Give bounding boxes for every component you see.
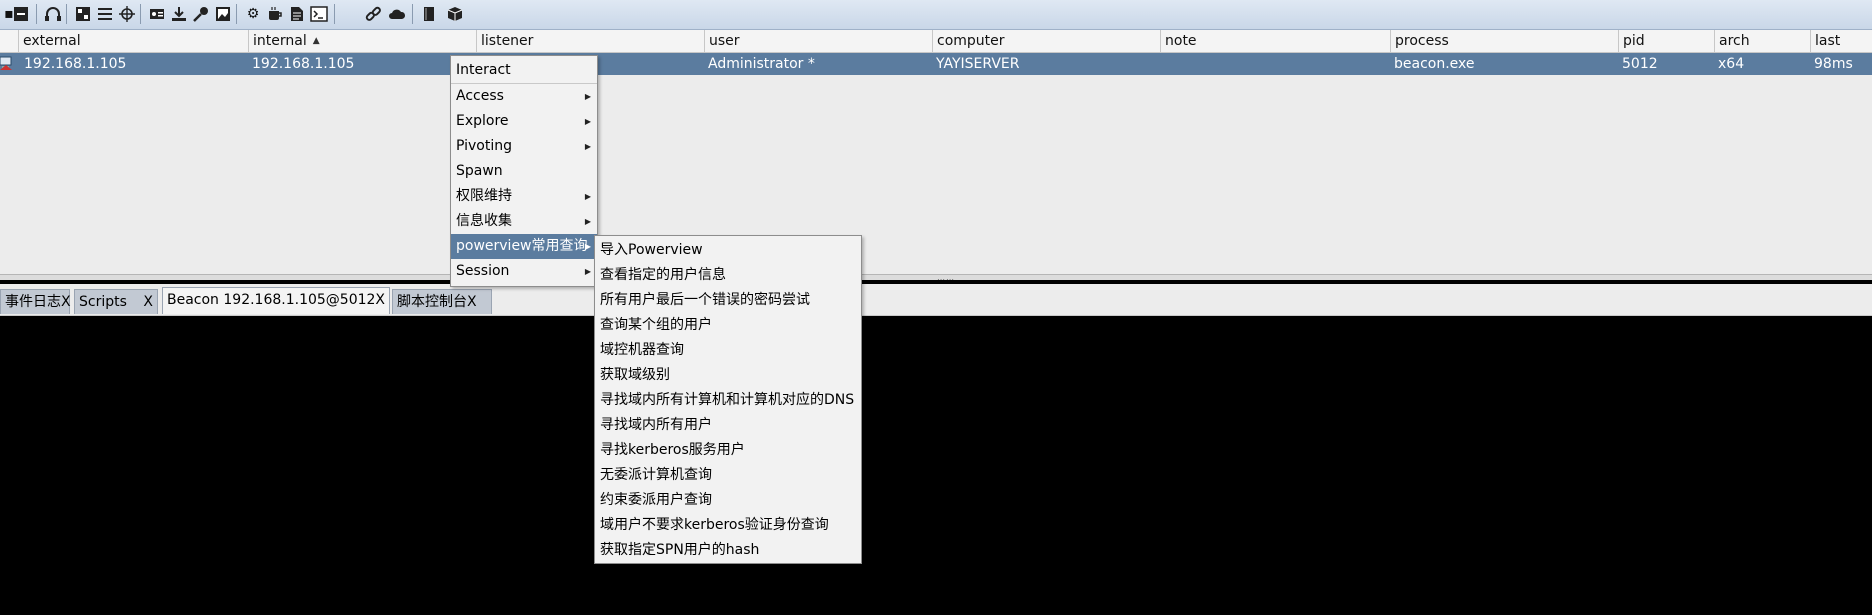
target-icon[interactable] bbox=[118, 5, 136, 23]
tab-label: Scripts bbox=[79, 294, 127, 310]
column-header-arch[interactable]: arch bbox=[1714, 30, 1811, 52]
cell-note bbox=[1160, 53, 1164, 75]
submenu-arrow-icon: ▶ bbox=[584, 242, 591, 251]
column-header-computer[interactable]: computer bbox=[932, 30, 1161, 52]
column-header-last[interactable]: last bbox=[1810, 30, 1872, 52]
submenu-item-spn-hash[interactable]: 获取指定SPN用户的hash bbox=[595, 538, 861, 563]
cell-process: beacon.exe bbox=[1394, 56, 1475, 72]
column-header-user[interactable]: user bbox=[704, 30, 933, 52]
minus-box-icon[interactable] bbox=[12, 5, 30, 23]
submenu-item-computers-dns[interactable]: 寻找域内所有计算机和计算机对应的DNS bbox=[595, 388, 861, 413]
tab-label: 脚本控制台 bbox=[397, 294, 467, 310]
tab-script-console[interactable]: 脚本控制台X bbox=[392, 289, 492, 314]
image-icon[interactable] bbox=[214, 5, 232, 23]
menu-item-explore[interactable]: Explore ▶ bbox=[451, 109, 597, 134]
submenu-arrow-icon: ▶ bbox=[584, 117, 591, 126]
tab-label: 事件日志 bbox=[5, 294, 61, 310]
key-icon[interactable] bbox=[192, 5, 210, 23]
terminal-icon[interactable] bbox=[310, 5, 328, 23]
context-menu: Interact Access ▶ Explore ▶ Pivoting ▶ Spaw… bbox=[450, 55, 598, 287]
tab-event-log[interactable]: 事件日志X bbox=[0, 289, 71, 314]
download-icon[interactable] bbox=[170, 5, 188, 23]
menu-item-interact[interactable]: Interact bbox=[451, 58, 597, 83]
column-header-process[interactable]: process bbox=[1390, 30, 1619, 52]
tab-scripts[interactable]: Scripts X bbox=[74, 289, 158, 314]
cell-computer: YAYISERVER bbox=[936, 56, 1020, 72]
menu-item-spawn[interactable]: Spawn bbox=[451, 159, 597, 184]
submenu-item-no-preauth[interactable]: 域用户不要求kerberos验证身份查询 bbox=[595, 513, 861, 538]
submenu-arrow-icon: ▶ bbox=[584, 217, 591, 226]
menu-item-pivoting[interactable]: Pivoting ▶ bbox=[451, 134, 597, 159]
menu-item-session[interactable]: Session ▶ bbox=[451, 259, 597, 284]
table-header: external internal ▲ listener user compute… bbox=[0, 30, 1872, 53]
column-header-internal[interactable]: internal ▲ bbox=[248, 30, 477, 52]
gear-icon[interactable]: ⚙ bbox=[244, 5, 262, 23]
tab-close-button[interactable]: X bbox=[375, 288, 385, 312]
submenu-arrow-icon: ▶ bbox=[584, 92, 591, 101]
list-icon[interactable] bbox=[96, 5, 114, 23]
submenu-item-kerberos-service-users[interactable]: 寻找kerberos服务用户 bbox=[595, 438, 861, 463]
tab-close-button[interactable]: X bbox=[467, 294, 477, 310]
toolbar: ▪ ⚙ bbox=[0, 0, 1872, 30]
tab-close-button[interactable]: X bbox=[61, 294, 71, 310]
tab-beacon[interactable]: Beacon 192.168.1.105@5012 X bbox=[162, 287, 390, 314]
tab-bar: 事件日志X Scripts X Beacon 192.168.1.105@5012… bbox=[0, 284, 1872, 317]
split-pane-divider[interactable] bbox=[0, 274, 1872, 280]
package-icon[interactable] bbox=[446, 5, 464, 23]
submenu-arrow-icon: ▶ bbox=[584, 142, 591, 151]
submenu-item-group-users[interactable]: 查询某个组的用户 bbox=[595, 313, 861, 338]
document-icon[interactable] bbox=[288, 5, 306, 23]
powerview-submenu: 导入Powerview 查看指定的用户信息 所有用户最后一个错误的密码尝试 查询… bbox=[594, 235, 862, 564]
column-header-listener[interactable]: listener bbox=[476, 30, 705, 52]
menu-item-persistence[interactable]: 权限维持 ▶ bbox=[451, 184, 597, 209]
column-header-pid[interactable]: pid bbox=[1618, 30, 1715, 52]
credentials-icon[interactable] bbox=[148, 5, 166, 23]
divider-grip-icon[interactable]: ⋯⋯ bbox=[937, 275, 955, 284]
submenu-arrow-icon: ▶ bbox=[584, 192, 591, 201]
column-header-note[interactable]: note bbox=[1160, 30, 1391, 52]
cell-last: 98ms bbox=[1814, 56, 1853, 72]
menu-item-powerview[interactable]: powerview常用查询 ▶ bbox=[451, 234, 597, 259]
submenu-item-constrained-delegation[interactable]: 约束委派用户查询 bbox=[595, 488, 861, 513]
cloud-icon[interactable] bbox=[388, 5, 406, 23]
menu-item-info-gathering[interactable]: 信息收集 ▶ bbox=[451, 209, 597, 234]
submenu-item-domain-level[interactable]: 获取域级别 bbox=[595, 363, 861, 388]
cell-user: Administrator * bbox=[708, 56, 815, 72]
link-icon[interactable] bbox=[364, 5, 382, 23]
column-header-external[interactable]: external bbox=[18, 30, 249, 52]
cell-external: 192.168.1.105 bbox=[24, 56, 127, 72]
table-row[interactable]: 192.168.1.105 192.168.1.105 Administrato… bbox=[0, 53, 1872, 75]
coffee-icon[interactable] bbox=[266, 5, 284, 23]
beacon-console[interactable] bbox=[0, 316, 1872, 615]
tab-close-button[interactable]: X bbox=[143, 290, 153, 314]
header-icon-column[interactable] bbox=[0, 30, 16, 52]
connect-icon[interactable] bbox=[74, 5, 92, 23]
headphones-icon[interactable] bbox=[44, 5, 62, 23]
tab-label: Beacon 192.168.1.105@5012 bbox=[167, 292, 376, 308]
submenu-item-unconstrained-delegation[interactable]: 无委派计算机查询 bbox=[595, 463, 861, 488]
submenu-item-domain-controllers[interactable]: 域控机器查询 bbox=[595, 338, 861, 363]
beacon-computer-icon bbox=[0, 56, 12, 70]
session-table: external internal ▲ listener user compute… bbox=[0, 30, 1872, 275]
cell-arch: x64 bbox=[1718, 56, 1745, 72]
submenu-item-import-powerview[interactable]: 导入Powerview bbox=[595, 238, 861, 263]
sort-ascending-icon: ▲ bbox=[312, 36, 320, 46]
cell-internal: 192.168.1.105 bbox=[252, 56, 355, 72]
menu-item-access[interactable]: Access ▶ bbox=[451, 84, 597, 109]
submenu-item-user-info[interactable]: 查看指定的用户信息 bbox=[595, 263, 861, 288]
submenu-arrow-icon: ▶ bbox=[584, 267, 591, 276]
submenu-item-all-users[interactable]: 寻找域内所有用户 bbox=[595, 413, 861, 438]
book-icon[interactable] bbox=[420, 5, 438, 23]
submenu-item-last-bad-password[interactable]: 所有用户最后一个错误的密码尝试 bbox=[595, 288, 861, 313]
cell-pid: 5012 bbox=[1622, 56, 1658, 72]
